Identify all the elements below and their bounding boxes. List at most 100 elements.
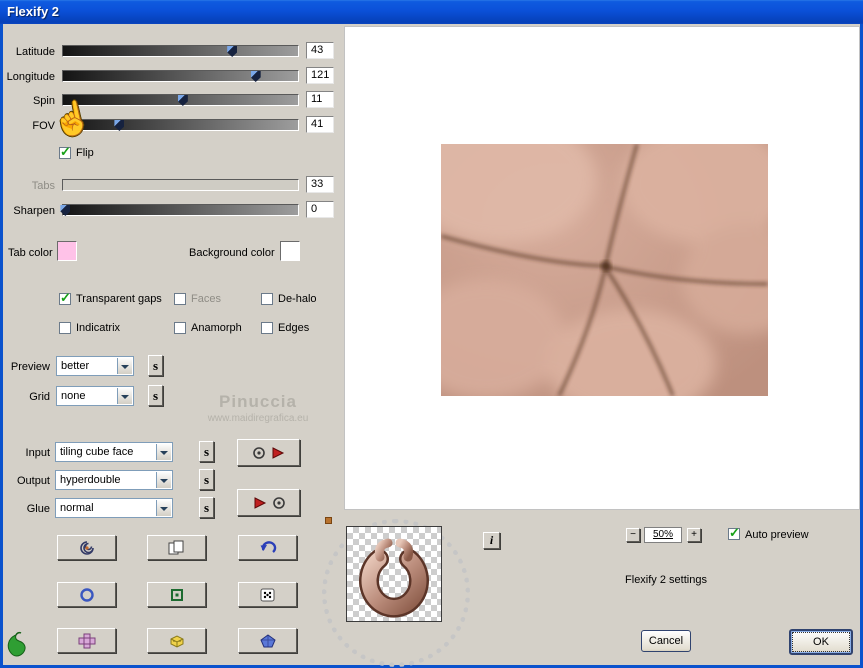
sharpen-label: Sharpen xyxy=(13,205,55,217)
glue-value: normal xyxy=(60,502,94,514)
spin-label: Spin xyxy=(32,95,55,107)
input-s-button[interactable]: s xyxy=(199,441,214,462)
latitude-slider[interactable] xyxy=(62,45,299,57)
output-select[interactable]: hyperdouble xyxy=(55,470,173,490)
fov-slider-thumb[interactable] xyxy=(114,120,125,131)
longitude-slider[interactable] xyxy=(62,70,299,82)
plus-tiles-icon xyxy=(78,633,95,648)
cube-button[interactable] xyxy=(147,628,206,653)
spin-slider[interactable] xyxy=(62,94,299,106)
tab-color-swatch[interactable] xyxy=(57,241,77,261)
copy-button[interactable] xyxy=(147,535,206,560)
output-s-button[interactable]: s xyxy=(199,469,214,490)
ring-icon xyxy=(79,587,94,602)
chevron-down-icon[interactable] xyxy=(117,388,132,404)
longitude-value-field[interactable]: 121 xyxy=(306,67,334,84)
edges-label: Edges xyxy=(278,322,310,334)
latitude-slider-thumb[interactable] xyxy=(227,46,238,57)
chevron-down-icon[interactable] xyxy=(156,444,171,460)
zoom-out-button[interactable]: − xyxy=(626,528,640,542)
dice-icon xyxy=(260,588,274,601)
square-button[interactable] xyxy=(147,582,206,607)
preview-select[interactable]: better xyxy=(56,356,134,376)
spin-value-field[interactable]: 11 xyxy=(306,91,334,108)
dice-button[interactable] xyxy=(238,582,297,607)
watermark-name: Pinuccia xyxy=(219,392,297,411)
grid-value: none xyxy=(61,390,86,402)
grid-label: Grid xyxy=(29,391,50,403)
de-halo-label: De-halo xyxy=(278,293,317,305)
fov-value-field[interactable]: 41 xyxy=(306,116,334,133)
auto-preview-checkbox[interactable] xyxy=(728,525,740,541)
tab-color-label: Tab color xyxy=(8,247,53,259)
zoom-in-button[interactable]: + xyxy=(687,528,701,542)
info-button[interactable]: i xyxy=(483,532,500,549)
window-title: Flexify 2 xyxy=(7,4,60,19)
indicatrix-checkbox[interactable] xyxy=(59,322,71,334)
output-value: hyperdouble xyxy=(60,474,121,486)
play-target-icon xyxy=(254,496,285,509)
square-icon xyxy=(170,588,183,601)
latitude-label: Latitude xyxy=(15,46,55,58)
title-bar[interactable]: Flexify 2 xyxy=(0,0,863,24)
longitude-slider-thumb[interactable] xyxy=(250,71,261,82)
cancel-button[interactable]: Cancel xyxy=(641,630,691,652)
edges-checkbox[interactable] xyxy=(261,322,273,334)
anamorph-checkbox[interactable] xyxy=(174,322,186,334)
preview-canvas xyxy=(344,26,860,510)
watermark-site: www.maidiregrafica.eu xyxy=(207,413,309,424)
latitude-value-field[interactable]: 43 xyxy=(306,42,334,59)
gem-button[interactable] xyxy=(238,628,297,653)
spiral-button[interactable] xyxy=(57,535,116,560)
faces-checkbox xyxy=(174,293,186,305)
background-color-swatch[interactable] xyxy=(280,241,300,261)
copy-icon xyxy=(168,540,183,554)
sharpen-slider-thumb[interactable] xyxy=(60,205,71,216)
preview-label: Preview xyxy=(10,361,50,373)
slider-row-tabs: Tabs 33 xyxy=(0,176,340,193)
de-halo-checkbox[interactable] xyxy=(261,293,273,305)
background-color-label: Background color xyxy=(189,247,275,259)
settings-label: Flexify 2 settings xyxy=(625,574,707,586)
glue-label: Glue xyxy=(26,503,50,515)
slider-row-latitude: Latitude 43 xyxy=(0,42,340,59)
ok-button[interactable]: OK xyxy=(789,629,853,655)
input-select[interactable]: tiling cube face xyxy=(55,442,173,462)
indicatrix-label: Indicatrix xyxy=(76,322,121,334)
render-forward-button[interactable] xyxy=(237,439,300,466)
undo-button[interactable] xyxy=(238,535,297,560)
faces-label: Faces xyxy=(191,293,221,305)
preview-value: better xyxy=(61,360,90,372)
sharpen-value-field[interactable]: 0 xyxy=(306,201,334,218)
preview-s-button[interactable]: s xyxy=(148,355,163,376)
chevron-down-icon[interactable] xyxy=(156,500,171,516)
spin-slider-thumb[interactable] xyxy=(177,95,188,106)
chevron-down-icon[interactable] xyxy=(117,358,132,374)
plus-button[interactable] xyxy=(57,628,116,653)
tabs-slider xyxy=(62,179,299,191)
zoom-level[interactable]: 50% xyxy=(644,527,682,543)
glue-select[interactable]: normal xyxy=(55,498,173,518)
slider-row-sharpen: Sharpen 0 xyxy=(0,201,340,218)
transparent-gaps-checkbox[interactable] xyxy=(59,290,71,306)
preview-image xyxy=(441,144,768,396)
render-reverse-button[interactable] xyxy=(237,489,300,516)
fov-slider[interactable] xyxy=(62,119,299,131)
tabs-label: Tabs xyxy=(31,180,55,192)
undo-arrow-icon xyxy=(260,540,276,553)
flip-label: Flip xyxy=(76,147,94,159)
grid-select[interactable]: none xyxy=(56,386,134,406)
sharpen-slider[interactable] xyxy=(60,204,299,216)
longitude-label: Longitude xyxy=(6,71,55,83)
glue-s-button[interactable]: s xyxy=(199,497,214,518)
chevron-down-icon[interactable] xyxy=(156,472,171,488)
ring-button[interactable] xyxy=(57,582,116,607)
grid-s-button[interactable]: s xyxy=(148,385,163,406)
tabs-value-field[interactable]: 33 xyxy=(306,176,334,193)
shape-thumbnail[interactable] xyxy=(346,526,442,622)
anamorph-label: Anamorph xyxy=(191,322,242,334)
transparent-gaps-label: Transparent gaps xyxy=(76,293,162,305)
orange-handle[interactable] xyxy=(325,517,332,524)
flip-checkbox[interactable] xyxy=(59,144,71,160)
shell-shape-icon xyxy=(359,538,429,618)
